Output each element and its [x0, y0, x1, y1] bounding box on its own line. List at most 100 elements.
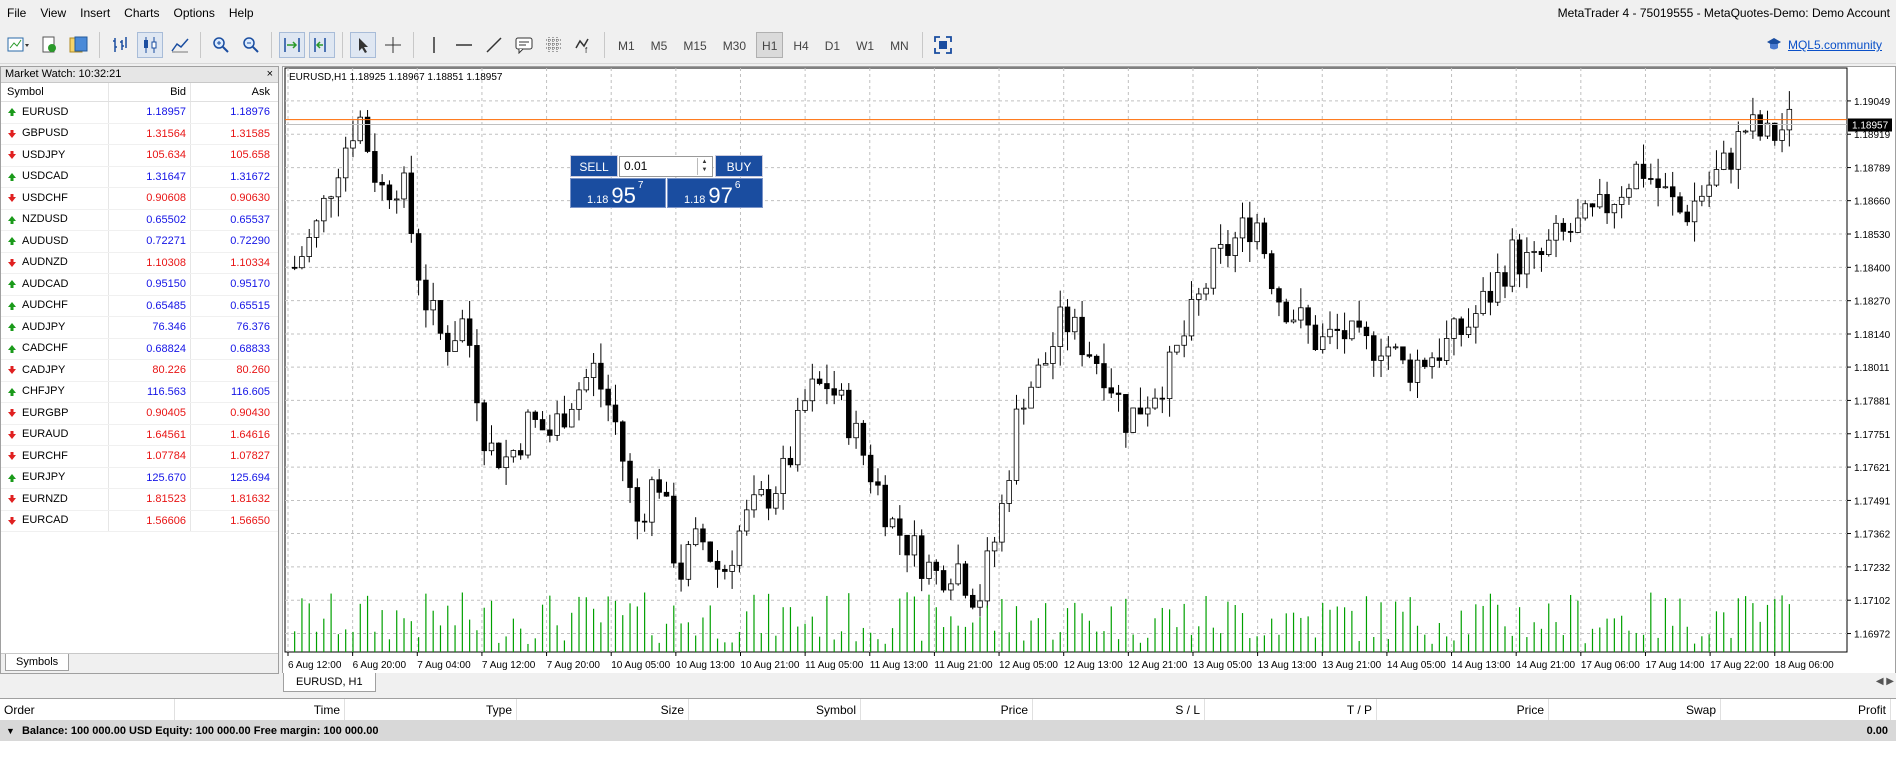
column-profit[interactable]: Profit: [1721, 699, 1891, 720]
market-watch-row[interactable]: USDJPY 105.634 105.658: [1, 145, 278, 167]
tab-eurusd-h1[interactable]: EURUSD, H1: [283, 673, 376, 692]
market-watch-row[interactable]: EURNZD 1.81523 1.81632: [1, 489, 278, 511]
chart-shift-icon[interactable]: [309, 31, 335, 58]
chart-window[interactable]: 1.19049 1.18919 1.18789 1.18660 1.18530 1.184…: [282, 66, 1896, 674]
menu-options[interactable]: Options: [167, 0, 222, 26]
market-watch-row[interactable]: EURCAD 1.56606 1.56650: [1, 510, 278, 532]
symbol-cell: USDCAD: [1, 166, 109, 187]
menu-insert[interactable]: Insert: [73, 0, 117, 26]
menu-file[interactable]: File: [0, 0, 33, 26]
column-size[interactable]: Size: [517, 699, 689, 720]
arrow-down-icon: [8, 430, 16, 439]
text-icon[interactable]: [511, 32, 537, 58]
symbol-cell: CHFJPY: [1, 381, 109, 402]
column-type[interactable]: Type: [345, 699, 517, 720]
ask-cell: 1.10334: [230, 256, 270, 269]
market-watch-row[interactable]: USDCHF 0.90608 0.90630: [1, 188, 278, 210]
zoom-out-icon[interactable]: [238, 32, 264, 58]
market-watch-row[interactable]: USDCAD 1.31647 1.31672: [1, 166, 278, 188]
sell-button[interactable]: SELL: [570, 155, 618, 177]
trendline-icon[interactable]: [481, 32, 507, 58]
market-watch-row[interactable]: EURGBP 0.90405 0.90430: [1, 403, 278, 425]
candle-bull: [1392, 346, 1399, 349]
balance-row[interactable]: ▼ Balance: 100 000.00 USD Equity: 100 00…: [0, 721, 1896, 741]
crosshair-icon[interactable]: [380, 32, 406, 58]
price-chart[interactable]: 1.19049 1.18919 1.18789 1.18660 1.18530 1.184…: [283, 67, 1895, 673]
symbol-cell: EURCHF: [1, 446, 109, 467]
market-watch-panel: Market Watch: 10:32:21 × Symbol Bid Ask …: [0, 66, 279, 674]
market-watch-row[interactable]: AUDCHF 0.65485 0.65515: [1, 295, 278, 317]
market-watch-row[interactable]: NZDUSD 0.65502 0.65537: [1, 209, 278, 231]
horizontal-line-icon[interactable]: [451, 32, 477, 58]
column-sl[interactable]: S / L: [1033, 699, 1205, 720]
market-watch-row[interactable]: EURAUD 1.64561 1.64616: [1, 424, 278, 446]
market-watch-row[interactable]: EURJPY 125.670 125.694: [1, 467, 278, 489]
new-order-icon[interactable]: [66, 32, 92, 58]
column-time[interactable]: Time: [175, 699, 345, 720]
column-symbol[interactable]: Symbol: [1, 83, 109, 101]
market-watch-row[interactable]: CADJPY 80.226 80.260: [1, 360, 278, 382]
symbol-name: CADCHF: [22, 342, 68, 354]
market-watch-row[interactable]: AUDUSD 0.72271 0.72290: [1, 231, 278, 253]
mql5-community-link[interactable]: MQL5.community: [1788, 38, 1882, 52]
column-bid[interactable]: Bid: [109, 83, 191, 101]
collapse-icon[interactable]: ▼: [6, 726, 15, 736]
timeframe-m5[interactable]: M5: [645, 32, 674, 58]
vertical-line-icon[interactable]: [421, 32, 447, 58]
market-watch-row[interactable]: AUDJPY 76.346 76.376: [1, 317, 278, 339]
indicators-icon[interactable]: f: [571, 32, 597, 58]
cursor-icon[interactable]: [350, 31, 376, 58]
timeframe-w1[interactable]: W1: [850, 32, 880, 58]
column-symbol[interactable]: Symbol: [689, 699, 861, 720]
lot-size-input[interactable]: 0.01 ▲ ▼: [619, 156, 713, 177]
market-watch-row[interactable]: EURUSD 1.18957 1.18976: [1, 102, 278, 124]
grid-icon[interactable]: [541, 32, 567, 58]
ask-cell: 76.376: [236, 321, 270, 333]
bid-cell: 0.65502: [109, 209, 191, 230]
market-watch-row[interactable]: EURCHF 1.07784 1.07827: [1, 446, 278, 468]
candle-bear: [474, 345, 480, 404]
fullscreen-icon[interactable]: [930, 32, 956, 58]
timeframe-d1[interactable]: D1: [819, 32, 846, 58]
tab-scroll-arrows-icon[interactable]: ◀ ▶: [1876, 676, 1894, 687]
line-chart-icon[interactable]: [167, 32, 193, 58]
column-tp[interactable]: T / P: [1205, 699, 1377, 720]
bar-chart-icon[interactable]: [107, 32, 133, 58]
tab-symbols[interactable]: Symbols: [5, 654, 70, 671]
close-icon[interactable]: ×: [267, 67, 273, 82]
zoom-in-icon[interactable]: [208, 32, 234, 58]
market-watch-row[interactable]: AUDCAD 0.95150 0.95170: [1, 274, 278, 296]
lot-spinner-icon[interactable]: ▲ ▼: [697, 158, 711, 175]
column-price[interactable]: Price: [1377, 699, 1549, 720]
y-tick-label: 1.18011: [1854, 363, 1890, 374]
sell-price-button[interactable]: 1.18 95 7: [570, 178, 666, 208]
timeframe-m1[interactable]: M1: [612, 32, 641, 58]
timeframe-m15[interactable]: M15: [677, 32, 712, 58]
symbol-name: USDJPY: [22, 148, 66, 161]
symbol-name: EURUSD: [22, 105, 69, 118]
profiles-icon[interactable]: [36, 32, 62, 58]
new-chart-icon[interactable]: [6, 32, 32, 58]
buy-price-button[interactable]: 1.18 97 6: [667, 178, 763, 208]
y-tick-label: 1.18400: [1854, 263, 1891, 274]
market-watch-row[interactable]: AUDNZD 1.10308 1.10334: [1, 252, 278, 274]
menu-charts[interactable]: Charts: [117, 0, 166, 26]
timeframe-h4[interactable]: H4: [787, 32, 814, 58]
buy-button[interactable]: BUY: [715, 155, 763, 177]
market-watch-row[interactable]: GBPUSD 1.31564 1.31585: [1, 123, 278, 145]
auto-scroll-icon[interactable]: [279, 31, 305, 58]
column-order[interactable]: Order: [0, 699, 175, 720]
menu-help[interactable]: Help: [222, 0, 261, 26]
market-watch-row[interactable]: CADCHF 0.68824 0.68833: [1, 338, 278, 360]
timeframe-h1[interactable]: H1: [756, 31, 784, 58]
candle-bull: [1385, 346, 1392, 357]
column-swap[interactable]: Swap: [1549, 699, 1721, 720]
timeframe-m30[interactable]: M30: [717, 32, 752, 58]
timeframe-mn[interactable]: MN: [884, 32, 915, 58]
column-price[interactable]: Price: [861, 699, 1033, 720]
market-watch-row[interactable]: CHFJPY 116.563 116.605: [1, 381, 278, 403]
menu-view[interactable]: View: [33, 0, 73, 26]
candle-bull: [1720, 152, 1727, 170]
column-ask[interactable]: Ask: [191, 83, 277, 101]
candlestick-icon[interactable]: [137, 31, 163, 58]
